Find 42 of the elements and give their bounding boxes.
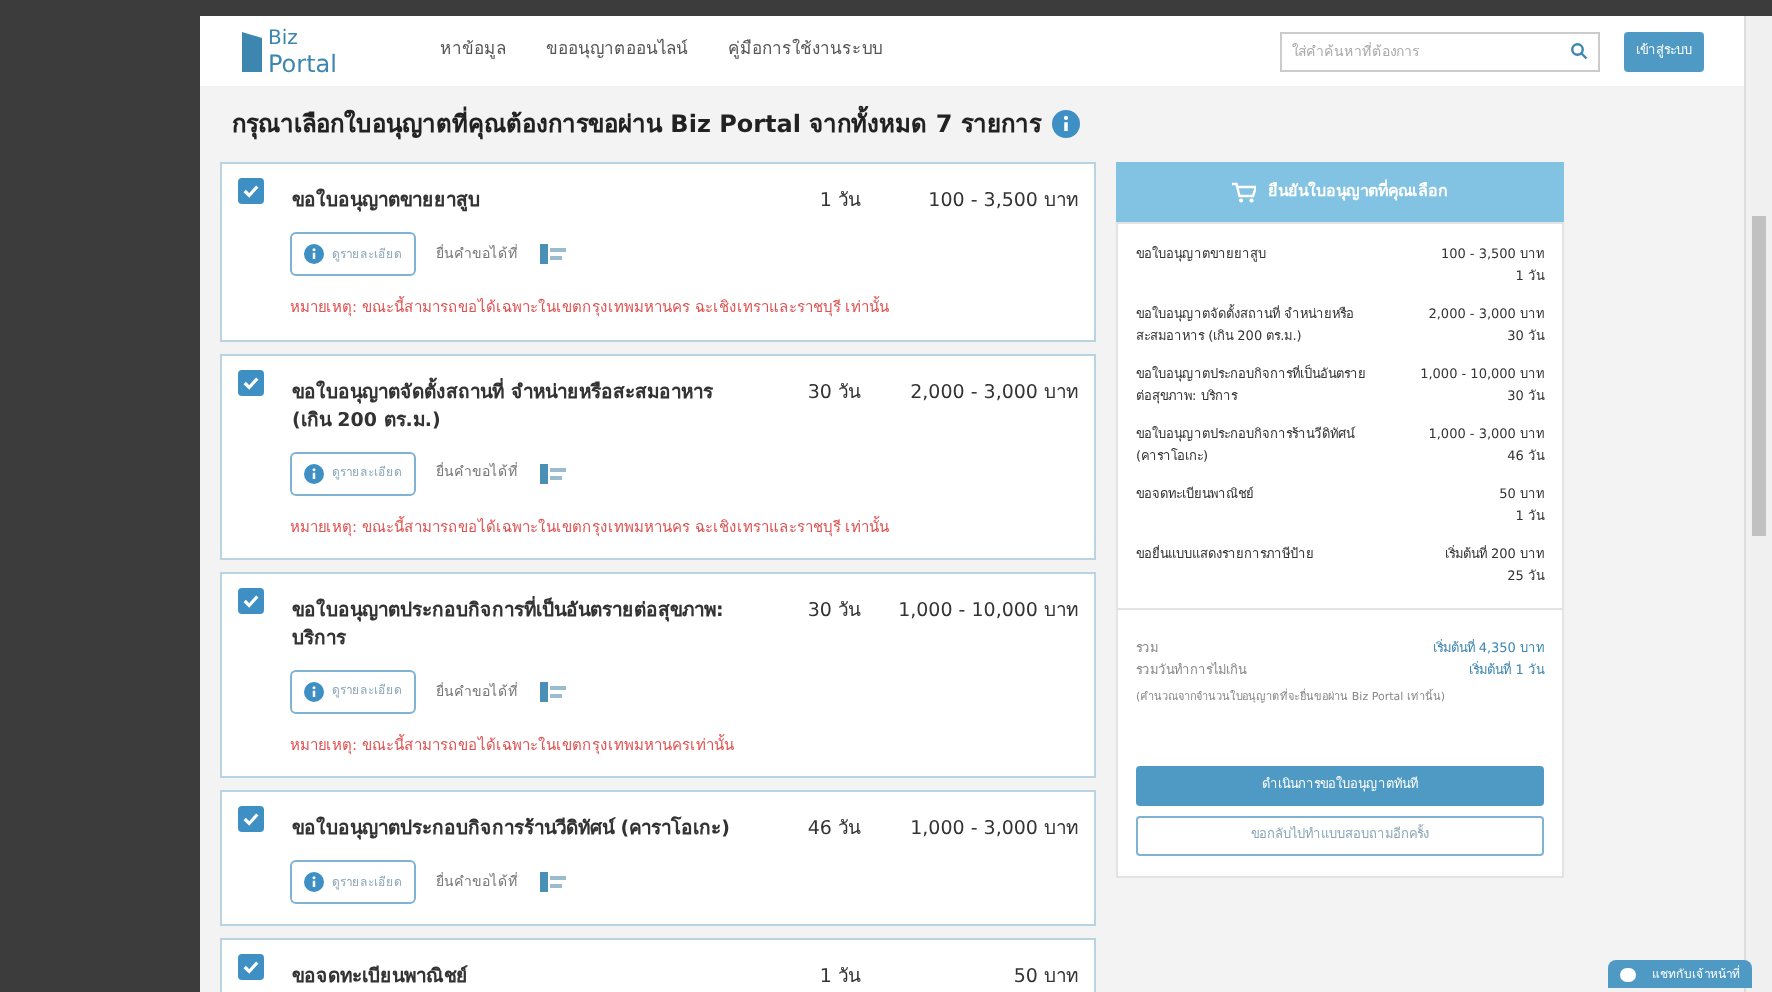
permit-fee: 100 - 3,500 บาท xyxy=(926,188,1078,216)
nav-link[interactable]: คู่มือการใช้งานระบบ xyxy=(728,38,882,64)
nav-link[interactable]: หาข้อมูล xyxy=(440,38,506,64)
logo-icon xyxy=(538,679,570,704)
checkbox[interactable] xyxy=(238,369,264,395)
permit-fee: 50 บาท xyxy=(1011,964,1078,992)
permit-name: ขอใบอนุญาตขายยาสูบ xyxy=(292,188,482,216)
scrollbar[interactable] xyxy=(1744,16,1772,992)
scrollbar-thumb[interactable] xyxy=(1752,216,1766,536)
info-icon xyxy=(304,872,324,893)
page-heading: กรุณาเลือกใบอนุญาตที่คุณต้องการขอผ่าน Biz Portal จากทั้งหมด 7 รายการ xyxy=(232,106,1041,142)
checkbox[interactable] xyxy=(238,178,264,204)
permit-days: 1 วัน xyxy=(760,964,860,992)
checkbox[interactable] xyxy=(238,806,264,832)
info-icon xyxy=(304,681,324,702)
checkbox[interactable] xyxy=(238,587,264,614)
permit-name: ขอใบอนุญาตประกอบกิจการร้านวีดิทัศน์ (คาราโอเกะ) xyxy=(292,816,732,844)
logo-icon xyxy=(240,27,264,75)
search-icon xyxy=(1570,42,1588,60)
logo-icon xyxy=(538,242,570,267)
logo-text: Portal xyxy=(268,51,337,75)
permit-name: ขอใบอนุญาตประกอบกิจการที่เป็นอันตรายต่อสุขภาพ: บริการ xyxy=(292,597,726,654)
permit-fee: 1,000 - 3,000 บาท xyxy=(908,816,1078,844)
permit-fee: 1,000 - 10,000 บาท xyxy=(896,597,1078,626)
info-icon xyxy=(304,244,324,265)
info-icon xyxy=(1052,110,1081,138)
permit-name: ขอจดทะเบียนพาณิชย์ xyxy=(292,964,470,992)
permit-days: 30 วัน xyxy=(760,379,860,408)
cart-icon xyxy=(1232,181,1256,203)
chat-icon xyxy=(1620,967,1636,981)
info-icon xyxy=(304,463,324,483)
cart-header: ยืนยันใบอนุญาตที่คุณเลือก xyxy=(1116,162,1564,222)
logo-icon xyxy=(538,870,570,895)
logo-text: Biz xyxy=(268,27,300,51)
checkbox[interactable] xyxy=(238,954,264,981)
permit-days: 1 วัน xyxy=(760,188,860,217)
permit-fee: 2,000 - 3,000 บาท xyxy=(908,379,1078,407)
permit-name: ขอใบอนุญาตจัดตั้งสถานที่ จำหน่ายหรือสะสมอาหาร (เกิน 200 ตร.ม.) xyxy=(292,379,715,435)
permit-days: 30 วัน xyxy=(760,597,860,626)
permit-days: 46 วัน xyxy=(760,816,860,845)
nav-link[interactable]: ขออนุญาตออนไลน์ xyxy=(546,38,688,64)
logo-icon xyxy=(538,461,570,485)
